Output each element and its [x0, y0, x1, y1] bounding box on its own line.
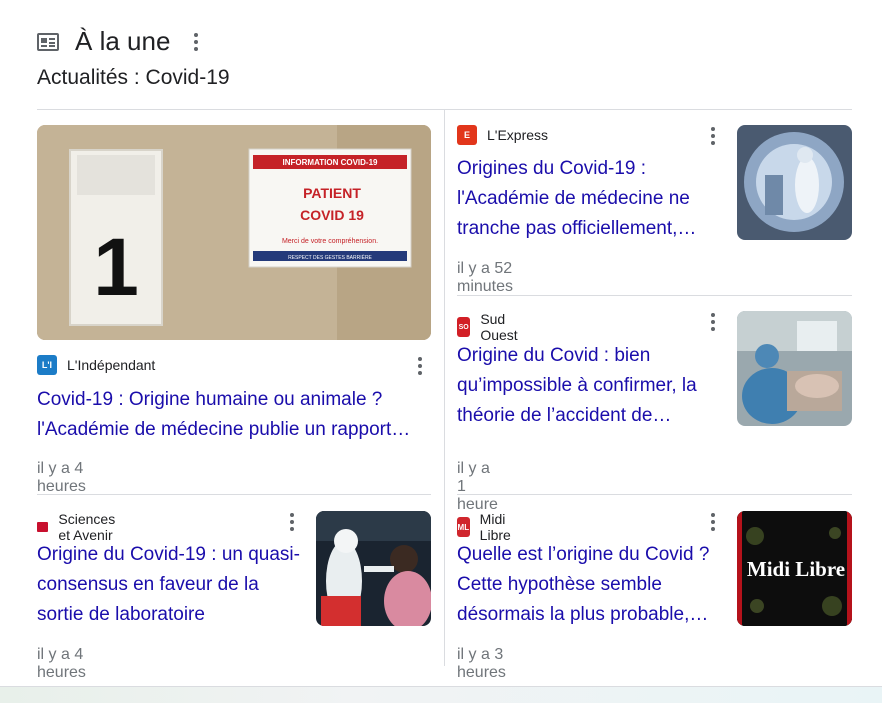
story-thumbnail[interactable]: Midi Libre — [737, 511, 852, 626]
midi-libre-logo-text: Midi Libre — [747, 557, 845, 581]
right-row-divider-2 — [457, 494, 852, 495]
column-divider — [444, 110, 445, 666]
story-thumbnail[interactable] — [316, 511, 431, 626]
source-name: Sud Ouest — [480, 311, 518, 343]
story-timestamp: il y a 1 heure — [457, 460, 498, 513]
story-more-options-icon[interactable] — [284, 512, 300, 532]
story-source: SO Sud Ouest — [457, 311, 524, 343]
source-name: L'Indépendant — [67, 357, 156, 373]
svg-text:INFORMATION COVID-19: INFORMATION COVID-19 — [283, 158, 379, 167]
svg-text:1: 1 — [93, 222, 139, 313]
news-section-header: À la une — [37, 26, 204, 57]
svg-text:PATIENT: PATIENT — [303, 185, 361, 201]
story-timestamp: il y a 3 heures — [457, 646, 506, 681]
svg-text:COVID 19: COVID 19 — [300, 207, 364, 223]
svg-text:RESPECT DES GESTES BARRIÈRE: RESPECT DES GESTES BARRIÈRE — [288, 254, 372, 261]
source-name: Sciences et Avenir — [58, 511, 116, 543]
story-thumbnail[interactable] — [737, 125, 852, 240]
sud-ouest-favicon-icon: SO — [457, 317, 471, 337]
story-timestamp: il y a 52 minutes — [457, 260, 514, 295]
story-more-options-icon[interactable] — [705, 126, 721, 146]
lexpress-favicon-icon: E — [457, 125, 477, 145]
story-more-options-icon[interactable] — [412, 356, 428, 376]
newspaper-icon — [37, 32, 59, 51]
story-headline[interactable]: Origines du Covid-19 : l'Académie de méd… — [457, 154, 723, 244]
story-headline[interactable]: Quelle est l’origine du Covid ? Cette hy… — [457, 540, 729, 630]
right-row-divider-1 — [457, 295, 852, 296]
left-row-divider — [37, 494, 431, 495]
source-name: L'Express — [487, 127, 549, 143]
main-story-image[interactable]: 1 INFORMATION COVID-19 PATIENT COVID 19 … — [37, 125, 431, 340]
story-timestamp: il y a 4 heures — [37, 646, 86, 681]
story-more-options-icon[interactable] — [705, 312, 721, 332]
story-thumbnail[interactable] — [737, 311, 852, 426]
lindependant-favicon-icon: L'I — [37, 355, 57, 375]
story-source: L'I L'Indépendant — [37, 355, 155, 375]
sciences-avenir-favicon-icon: S&A — [37, 522, 49, 532]
page-bottom-edge — [0, 686, 882, 703]
story-headline[interactable]: Covid-19 : Origine humaine ou animale ? … — [37, 385, 431, 445]
story-more-options-icon[interactable] — [705, 512, 721, 532]
midi-libre-favicon-icon: ML — [457, 517, 470, 537]
section-subtitle: Actualités : Covid-19 — [37, 66, 230, 89]
source-name: Midi Libre — [479, 511, 511, 543]
story-source: E L'Express — [457, 125, 548, 145]
section-more-options-icon[interactable] — [188, 32, 204, 52]
story-source: ML Midi Libre — [457, 511, 518, 543]
story-source: S&A Sciences et Avenir — [37, 511, 124, 543]
section-title: À la une — [75, 26, 171, 56]
story-headline[interactable]: Origine du Covid-19 : un quasi-consensus… — [37, 540, 309, 630]
svg-text:Merci de votre compréhension.: Merci de votre compréhension. — [282, 238, 378, 245]
story-timestamp: il y a 4 heures — [37, 460, 86, 495]
story-headline[interactable]: Origine du Covid : bien qu’impossible à … — [457, 341, 723, 431]
